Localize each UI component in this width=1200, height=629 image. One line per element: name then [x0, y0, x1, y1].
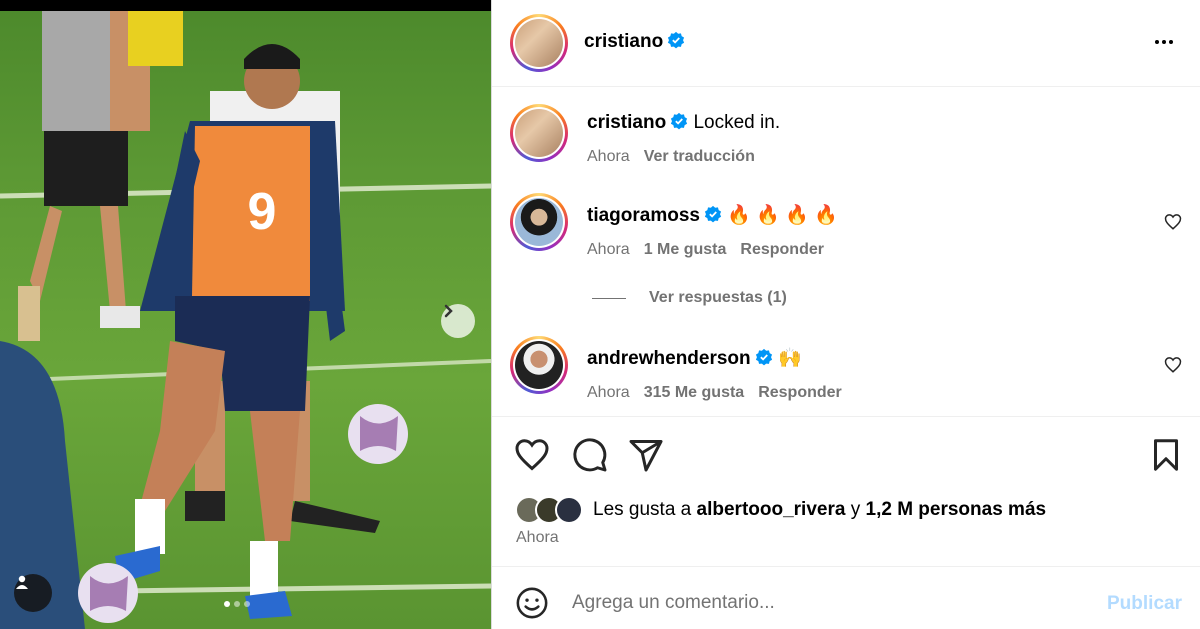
comment-username[interactable]: tiagoramoss [587, 205, 700, 226]
bookmark-icon[interactable] [1148, 437, 1184, 473]
heart-icon[interactable] [1164, 356, 1182, 374]
post-actions: Les gusta a albertooo_rivera y 1,2 M per… [492, 416, 1200, 566]
view-replies-link[interactable]: Ver respuestas (1) [592, 289, 787, 307]
replies-divider [592, 297, 626, 299]
caption-time: Ahora [587, 148, 630, 165]
verified-icon [704, 205, 722, 223]
caption-username[interactable]: cristiano [587, 112, 666, 133]
comment-body: 🙌 [777, 348, 802, 369]
comment-body: 🔥 🔥 🔥 🔥 [727, 205, 838, 226]
likes-text: Les gusta a albertooo_rivera y 1,2 M per… [593, 499, 1047, 520]
author-avatar[interactable] [510, 14, 568, 72]
top-bar [0, 0, 491, 11]
comment-text: tiagoramoss 🔥 🔥 🔥 🔥 [587, 203, 838, 227]
comment-composer: Publicar [492, 566, 1200, 629]
caption-avatar[interactable] [510, 104, 568, 162]
photo-illustration: 9 [0, 11, 491, 629]
reply-button[interactable]: Responder [758, 384, 842, 401]
comment-meta: Ahora 315 Me gusta Responder [587, 384, 842, 402]
caption-meta: Ahora Ver traducción [587, 148, 755, 166]
carousel-dot [234, 601, 240, 607]
comment-likes[interactable]: 315 Me gusta [644, 384, 744, 401]
comment-username[interactable]: andrewhenderson [587, 348, 751, 369]
comment-meta: Ahora 1 Me gusta Responder [587, 241, 824, 259]
verified-icon [755, 348, 772, 366]
next-photo-button[interactable] [441, 304, 475, 338]
view-replies-text: Ver respuestas (1) [649, 289, 787, 306]
share-icon[interactable] [628, 437, 664, 473]
liker-avatar [555, 496, 583, 524]
tagged-users-button[interactable] [14, 574, 52, 612]
comment-time: Ahora [587, 241, 630, 258]
comment-likes[interactable]: 1 Me gusta [644, 241, 727, 258]
post-header: cristiano [492, 0, 1200, 87]
like-heart-icon[interactable] [514, 437, 550, 473]
comment-input[interactable] [572, 583, 1092, 623]
comment-avatar[interactable] [510, 193, 568, 251]
bib-number: 9 [248, 183, 277, 241]
carousel-dot [244, 601, 250, 607]
verified-icon [668, 31, 685, 49]
publish-button[interactable]: Publicar [1107, 593, 1182, 615]
post-sidebar: cristiano cristiano Locked in. Ahora Ver … [491, 0, 1200, 629]
post-time: Ahora [516, 529, 559, 546]
liker-username[interactable]: albertooo_rivera [697, 499, 846, 520]
post-photo[interactable]: 9 [0, 11, 491, 629]
heart-icon[interactable] [1164, 213, 1182, 231]
emoji-icon[interactable] [515, 586, 549, 620]
caption-body: Locked in. [693, 112, 781, 133]
carousel-dots [224, 601, 250, 607]
likes-summary: Les gusta a albertooo_rivera y 1,2 M per… [515, 496, 1046, 524]
author-username[interactable]: cristiano [584, 31, 685, 53]
reply-button[interactable]: Responder [740, 241, 824, 258]
user-tag-icon [16, 575, 28, 589]
carousel-dot [224, 601, 230, 607]
comment-text: andrewhenderson 🙌 [587, 346, 802, 370]
comment-time: Ahora [587, 384, 630, 401]
verified-icon [671, 112, 688, 130]
caption-text: cristiano Locked in. [587, 112, 780, 134]
likes-count[interactable]: 1,2 M personas más [866, 499, 1047, 520]
chevron-right-icon [444, 304, 453, 318]
more-options-icon[interactable] [1149, 30, 1179, 54]
instagram-post-view: 9 cristiano cristiano Locked in. Ahora V… [0, 0, 1200, 629]
comment-avatar[interactable] [510, 336, 568, 394]
translate-link[interactable]: Ver traducción [644, 148, 755, 165]
comment-icon[interactable] [572, 437, 608, 473]
